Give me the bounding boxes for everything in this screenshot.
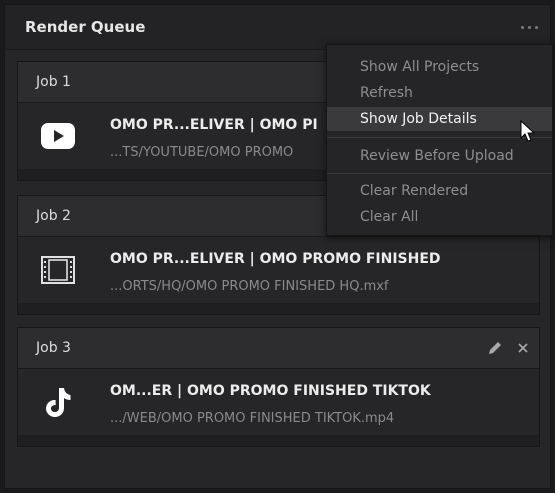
youtube-icon xyxy=(40,119,76,153)
edit-pencil-icon[interactable] xyxy=(485,338,505,358)
close-icon[interactable] xyxy=(513,338,533,358)
job-body: OMO PR...ELIVER | OMO PROMO FINISHED ...… xyxy=(18,237,539,303)
job-path: ...TS/YOUTUBE/OMO PROMO xyxy=(110,145,294,160)
job-header: Job 3 xyxy=(18,328,539,369)
job-name: OMO PR...ELIVER | OMO PI xyxy=(110,117,318,133)
job-label: Job 2 xyxy=(36,208,71,224)
menu-item-clear-rendered[interactable]: Clear Rendered xyxy=(327,179,552,203)
menu-item-show-job-details[interactable]: Show Job Details xyxy=(327,107,552,131)
menu-item-refresh[interactable]: Refresh xyxy=(327,81,552,105)
job-label: Job 3 xyxy=(36,340,71,356)
job-name: OM...ER | OMO PROMO FINISHED TIKTOK xyxy=(110,383,431,399)
job-path: .../WEB/OMO PROMO FINISHED TIKTOK.mp4 xyxy=(110,411,395,426)
tiktok-icon xyxy=(40,385,76,419)
menu-item-show-all-projects[interactable]: Show All Projects xyxy=(327,55,552,79)
menu-item-review-before-upload[interactable]: Review Before Upload xyxy=(327,144,552,168)
options-menu-icon[interactable] xyxy=(514,15,544,39)
job-body: OM...ER | OMO PROMO FINISHED TIKTOK .../… xyxy=(18,369,539,435)
job-name: OMO PR...ELIVER | OMO PROMO FINISHED xyxy=(110,251,441,267)
menu-divider xyxy=(327,137,552,138)
menu-divider xyxy=(327,173,552,174)
job-path: ...ORTS/HQ/OMO PROMO FINISHED HQ.mxf xyxy=(110,279,389,294)
job-label: Job 1 xyxy=(36,74,71,90)
menu-item-clear-all[interactable]: Clear All xyxy=(327,205,552,229)
panel-title: Render Queue xyxy=(25,18,146,36)
film-strip-icon xyxy=(40,253,76,287)
options-dropdown-menu: Show All Projects Refresh Show Job Detai… xyxy=(326,44,553,236)
mouse-pointer-icon xyxy=(520,119,536,148)
job-card[interactable]: Job 3 OM...ER | OMO PROMO FINISHED TIKTO… xyxy=(17,327,540,447)
